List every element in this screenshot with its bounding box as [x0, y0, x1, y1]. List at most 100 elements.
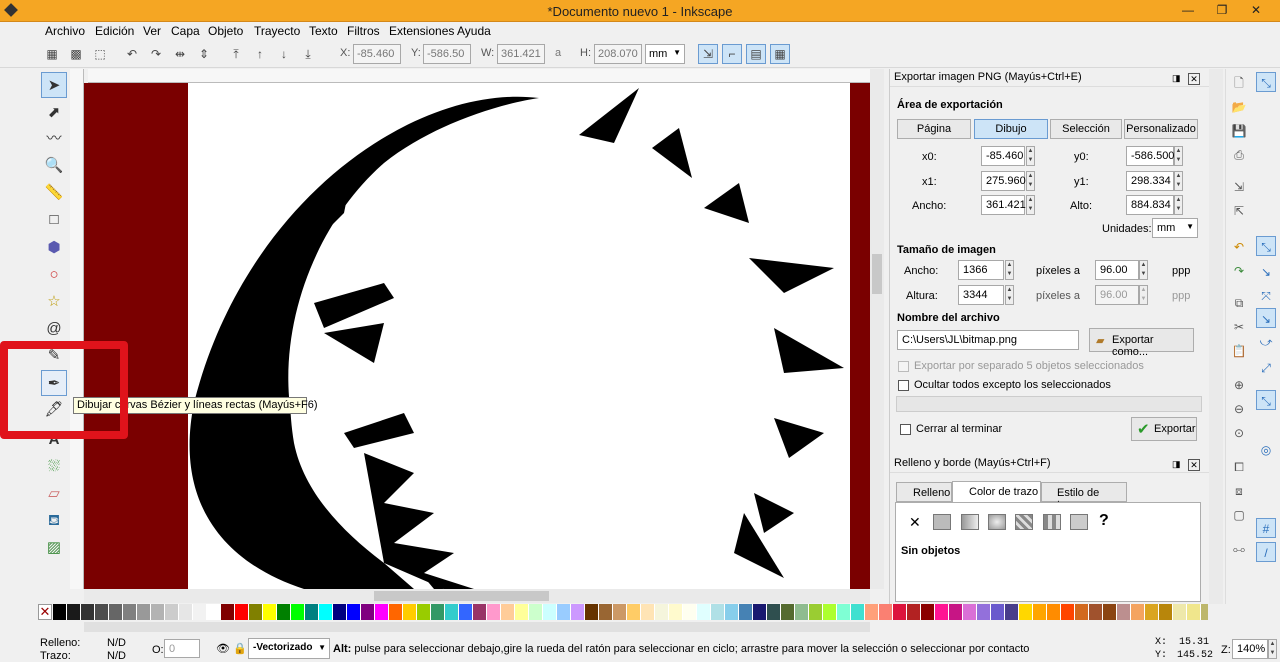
palette-swatch[interactable]: [739, 604, 753, 620]
tab-seleccion[interactable]: Selección: [1050, 119, 1122, 139]
no-paint-icon[interactable]: ✕: [909, 514, 921, 531]
palette-swatch[interactable]: [487, 604, 501, 620]
snap-center-icon[interactable]: ◎: [1256, 440, 1276, 460]
snap-grid-icon[interactable]: #: [1256, 518, 1276, 538]
export-as-button[interactable]: ▰ Exportar como...: [1089, 328, 1194, 358]
palette-swatch[interactable]: [571, 604, 585, 620]
palette-swatch[interactable]: [1103, 604, 1117, 620]
palette-swatch[interactable]: [865, 604, 879, 620]
xml-editor-icon[interactable]: ⧟: [1230, 540, 1248, 558]
duplicate-icon[interactable]: ⧠: [1230, 458, 1248, 476]
palette-swatch[interactable]: [207, 604, 221, 620]
palette-swatch[interactable]: [501, 604, 515, 620]
snap-cusp-icon[interactable]: ↘: [1256, 308, 1276, 328]
paint-bucket-tool-icon[interactable]: ⛾: [41, 508, 67, 534]
palette-swatch[interactable]: [319, 604, 333, 620]
palette-swatch[interactable]: [1075, 604, 1089, 620]
x1-spin-icon[interactable]: ▲ ▼: [1026, 171, 1035, 191]
palette-swatch[interactable]: [1187, 604, 1201, 620]
print-icon[interactable]: ⎙: [1230, 146, 1248, 164]
ancho-field[interactable]: 361.421: [981, 195, 1026, 215]
cut-icon[interactable]: ✂: [1230, 318, 1248, 336]
collapse-icon[interactable]: ◨: [1172, 459, 1181, 470]
vertical-scrollbar[interactable]: [870, 69, 884, 589]
menu-texto[interactable]: Texto: [309, 24, 338, 38]
save-icon[interactable]: 💾: [1230, 122, 1248, 140]
palette-swatch[interactable]: [851, 604, 865, 620]
palette-swatch[interactable]: [193, 604, 207, 620]
mesh-gradient-icon[interactable]: [1015, 514, 1033, 530]
palette-swatch[interactable]: [697, 604, 711, 620]
rotate-cw-icon[interactable]: ↷: [146, 44, 166, 64]
zoom-drawing-icon[interactable]: ⊖: [1230, 400, 1248, 418]
palette-swatch[interactable]: [795, 604, 809, 620]
palette-swatch[interactable]: [641, 604, 655, 620]
panel-close-icon[interactable]: ✕: [1188, 73, 1200, 85]
menu-ayuda[interactable]: Ayuda: [457, 24, 491, 38]
snap-midpoint-icon[interactable]: ⤢: [1256, 358, 1276, 378]
maximize-icon[interactable]: ❐: [1210, 2, 1234, 19]
palette-swatch[interactable]: [599, 604, 613, 620]
group-icon[interactable]: ▢: [1230, 506, 1248, 524]
menu-extensiones[interactable]: Extensiones: [389, 24, 454, 38]
3d-box-tool-icon[interactable]: ⬢: [41, 235, 67, 261]
palette-swatch[interactable]: [753, 604, 767, 620]
unit-select[interactable]: mm ▼: [645, 44, 685, 64]
palette-swatch[interactable]: [1033, 604, 1047, 620]
palette-swatch[interactable]: [445, 604, 459, 620]
snap-nodes-icon[interactable]: ⤡: [1256, 236, 1276, 256]
unset-icon[interactable]: ?: [1099, 512, 1109, 530]
palette-swatch[interactable]: [991, 604, 1005, 620]
lock-icon[interactable]: a: [555, 47, 561, 59]
paste-icon[interactable]: 📋: [1230, 342, 1248, 360]
swatch-icon[interactable]: [1070, 514, 1088, 530]
snap-toggle-icon[interactable]: ⤡: [1256, 72, 1276, 92]
y0-spin-icon[interactable]: ▲ ▼: [1174, 146, 1183, 166]
y1-field[interactable]: 298.334: [1126, 171, 1174, 191]
palette-swatch[interactable]: [431, 604, 445, 620]
y0-field[interactable]: -586.500: [1126, 146, 1174, 166]
tab-personalizado[interactable]: Personalizado: [1124, 119, 1198, 139]
palette-swatch[interactable]: [613, 604, 627, 620]
palette-swatch[interactable]: [529, 604, 543, 620]
radial-gradient-icon[interactable]: [988, 514, 1006, 530]
palette-swatch[interactable]: [151, 604, 165, 620]
palette-swatch[interactable]: [557, 604, 571, 620]
deselect-icon[interactable]: ⬚: [90, 44, 110, 64]
dpi-x-field[interactable]: 96.00: [1095, 260, 1139, 280]
snap-bbox-icon[interactable]: ⤡: [1256, 390, 1276, 410]
palette-swatch[interactable]: [137, 604, 151, 620]
snap-paths-icon[interactable]: ↘: [1256, 262, 1276, 282]
tab-pagina[interactable]: Página: [897, 119, 971, 139]
snap-guide-icon[interactable]: /: [1256, 542, 1276, 562]
palette-swatch[interactable]: [921, 604, 935, 620]
palette-swatch[interactable]: [515, 604, 529, 620]
flip-vertical-icon[interactable]: ⇕: [194, 44, 214, 64]
zoom-spin-icon[interactable]: ▲ ▼: [1268, 639, 1277, 659]
rotate-ccw-icon[interactable]: ↶: [122, 44, 142, 64]
alto-spin-icon[interactable]: ▲ ▼: [1174, 195, 1183, 215]
dpi-x-spin-icon[interactable]: ▲ ▼: [1139, 260, 1148, 280]
palette-swatch[interactable]: [935, 604, 949, 620]
palette-swatch[interactable]: [809, 604, 823, 620]
palette-swatch[interactable]: [179, 604, 193, 620]
palette-swatch[interactable]: [907, 604, 921, 620]
vertical-scroll-thumb[interactable]: [872, 254, 882, 294]
w-field[interactable]: 361.421: [497, 44, 545, 64]
palette-swatch[interactable]: [417, 604, 431, 620]
palette-swatch[interactable]: [949, 604, 963, 620]
y-field[interactable]: -586.50: [423, 44, 471, 64]
img-width-field[interactable]: 1366: [958, 260, 1004, 280]
palette-swatch[interactable]: [291, 604, 305, 620]
palette-swatch[interactable]: [1019, 604, 1033, 620]
layer-visibility-icon[interactable]: 👁: [216, 642, 230, 655]
flip-horizontal-icon[interactable]: ⇹: [170, 44, 190, 64]
lower-bottom-icon[interactable]: ⤓: [298, 44, 318, 64]
palette-swatch[interactable]: [1159, 604, 1173, 620]
tweak-tool-icon[interactable]: 〰: [41, 126, 67, 152]
spiral-tool-icon[interactable]: @: [41, 316, 67, 342]
img-height-spin-icon[interactable]: ▲ ▼: [1005, 285, 1014, 305]
alto-field[interactable]: 884.834: [1126, 195, 1174, 215]
hide-all-checkbox[interactable]: [898, 380, 909, 391]
x0-spin-icon[interactable]: ▲ ▼: [1026, 146, 1035, 166]
